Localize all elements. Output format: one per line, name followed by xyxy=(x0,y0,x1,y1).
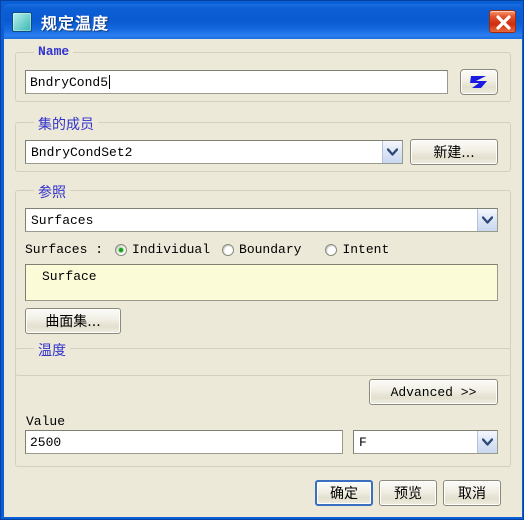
blue-zigzag-icon xyxy=(470,76,487,88)
surfaces-radio-group: Surfaces : Individual Boundary Intent xyxy=(25,242,389,257)
chevron-down-icon[interactable] xyxy=(382,141,402,163)
temperature-group-legend: 温度 xyxy=(34,340,70,360)
unit-value: F xyxy=(359,434,367,450)
preview-button[interactable]: 预览 xyxy=(379,480,437,506)
radio-individual[interactable]: Individual xyxy=(115,242,210,257)
value-input-value: 2500 xyxy=(30,434,62,450)
surface-set-button[interactable]: 曲面集... xyxy=(25,308,121,334)
name-input[interactable]: BndryCond5 xyxy=(25,70,448,94)
advanced-button[interactable]: Advanced >> xyxy=(369,379,498,405)
radio-individual-indicator xyxy=(115,243,128,256)
name-picker-button[interactable] xyxy=(460,69,498,95)
reference-type-combobox[interactable]: Surfaces xyxy=(25,208,498,232)
surfaces-radio-prefix-label: Surfaces : xyxy=(25,242,104,257)
value-input[interactable]: 2500 xyxy=(25,430,343,454)
radio-intent-indicator xyxy=(325,243,338,256)
unit-combobox[interactable]: F xyxy=(353,430,498,454)
app-square-icon xyxy=(12,11,32,32)
dialog-window: 规定温度 Name BndryCond5 集的成员 BndryCondSet2 xyxy=(0,0,524,520)
set-members-value: BndryCondSet2 xyxy=(31,144,133,160)
radio-boundary-label: Boundary xyxy=(239,242,302,257)
value-label: Value xyxy=(26,414,66,429)
text-caret xyxy=(109,75,111,89)
name-input-value: BndryCond5 xyxy=(30,74,109,90)
name-group-legend: Name xyxy=(34,44,74,59)
close-button[interactable] xyxy=(489,10,516,33)
set-members-group-legend: 集的成员 xyxy=(34,114,98,134)
reference-group-legend: 参照 xyxy=(34,182,70,202)
close-icon xyxy=(496,15,511,30)
title-bar[interactable]: 规定温度 xyxy=(4,4,522,39)
cancel-button[interactable]: 取消 xyxy=(443,480,501,506)
surfaces-listbox[interactable]: Surface xyxy=(25,264,498,301)
radio-boundary-indicator xyxy=(222,243,235,256)
chevron-down-icon[interactable] xyxy=(477,209,497,231)
radio-individual-label: Individual xyxy=(132,242,211,257)
window-title: 规定温度 xyxy=(41,15,110,33)
dialog-body: Name BndryCond5 集的成员 BndryCondSet2 新建...… xyxy=(4,39,522,517)
new-set-button[interactable]: 新建... xyxy=(410,139,498,165)
radio-boundary[interactable]: Boundary xyxy=(222,242,301,257)
chevron-down-icon[interactable] xyxy=(477,431,497,453)
set-members-combobox[interactable]: BndryCondSet2 xyxy=(25,140,403,164)
list-item[interactable]: Surface xyxy=(26,265,497,284)
reference-type-value: Surfaces xyxy=(31,212,94,228)
radio-intent[interactable]: Intent xyxy=(325,242,389,257)
ok-button[interactable]: 确定 xyxy=(315,480,373,506)
radio-intent-label: Intent xyxy=(342,242,390,257)
